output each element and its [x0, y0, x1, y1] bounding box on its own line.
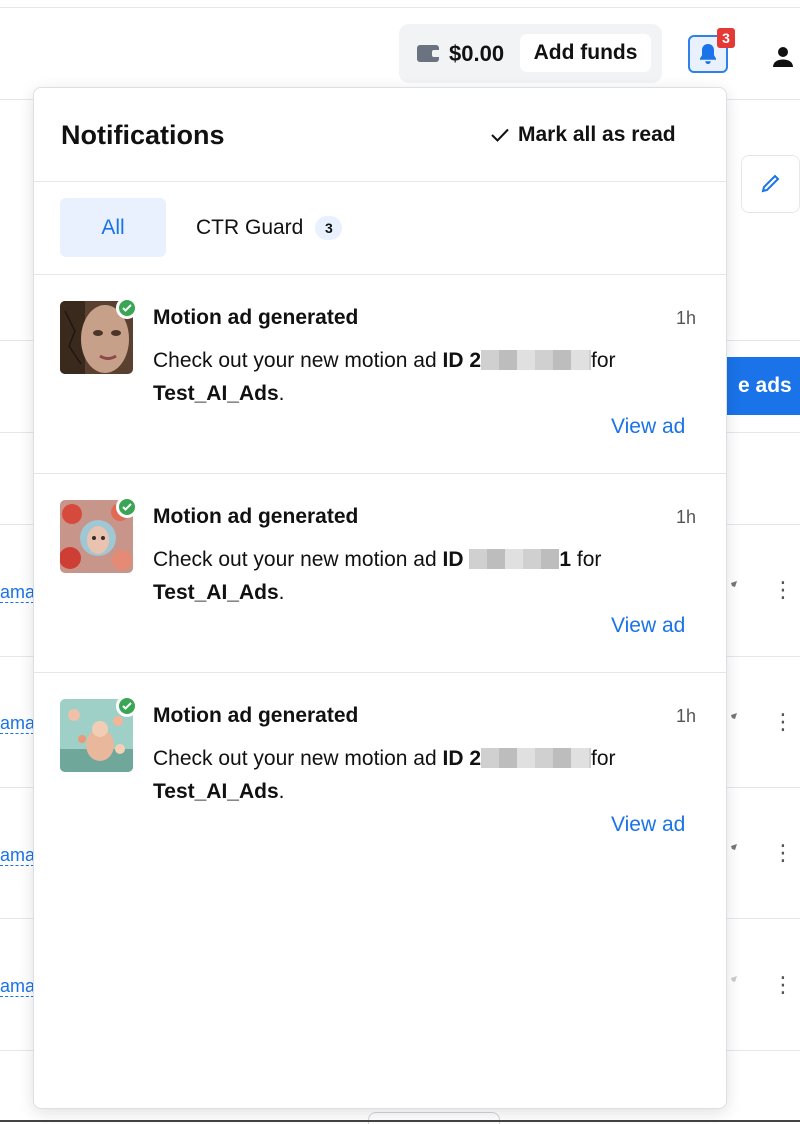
panel-header: Notifications Mark all as read: [34, 88, 726, 182]
tab-count-badge: 3: [315, 215, 343, 240]
notification-body: Check out your new motion ad ID 2 for Test…: [153, 344, 653, 410]
notification-item[interactable]: Motion ad generated 1h Check out your ne…: [34, 474, 726, 673]
more-icon[interactable]: ⋮: [772, 842, 794, 864]
success-check-icon: [116, 496, 138, 518]
redacted-id: [481, 350, 592, 370]
notification-title: Motion ad generated: [153, 505, 359, 528]
ad-id-suffix: 1: [559, 548, 572, 571]
ad-id-label: ID 2: [442, 349, 482, 372]
more-icon[interactable]: ⋮: [772, 711, 794, 733]
for-text: for: [591, 747, 616, 770]
notification-title: Motion ad generated: [153, 306, 359, 329]
pin-icon[interactable]: [725, 842, 739, 856]
pencil-icon: [761, 174, 780, 193]
ad-id-label: ID: [442, 548, 470, 571]
notification-count-badge: 3: [717, 28, 735, 48]
create-ads-button[interactable]: e ads: [718, 357, 800, 415]
period: .: [278, 581, 285, 604]
mark-all-read-label: Mark all as read: [518, 123, 676, 146]
wallet-balance: $0.00: [449, 41, 505, 66]
add-funds-button[interactable]: Add funds: [520, 34, 651, 72]
tab-ctr-guard-label: CTR Guard: [196, 216, 304, 239]
notification-item[interactable]: Motion ad generated 1h Check out your ne…: [34, 275, 726, 474]
campaign-name: Test_AI_Ads: [153, 780, 279, 803]
notification-time: 1h: [676, 507, 697, 527]
checkmark-icon: [491, 128, 509, 142]
redacted-id: [469, 549, 560, 569]
view-ad-link[interactable]: View ad: [611, 415, 685, 439]
user-icon[interactable]: [772, 46, 794, 68]
bell-icon: [700, 44, 716, 64]
row-link[interactable]: ama: [0, 976, 34, 997]
bottom-tab[interactable]: [368, 1112, 500, 1124]
success-check-icon: [116, 297, 138, 319]
redacted-id: [481, 748, 592, 768]
view-ad-link[interactable]: View ad: [611, 813, 685, 837]
for-text: for: [591, 349, 616, 372]
body-text: Check out your new motion ad: [153, 349, 443, 372]
notification-title: Motion ad generated: [153, 704, 359, 727]
period: .: [278, 382, 285, 405]
tab-ctr-guard[interactable]: CTR Guard 3: [196, 198, 343, 257]
body-text: Check out your new motion ad: [153, 747, 443, 770]
row-link[interactable]: ama: [0, 845, 34, 866]
notification-time: 1h: [676, 308, 697, 328]
edit-button[interactable]: [741, 155, 800, 213]
wallet-box: $0.00 Add funds: [399, 24, 662, 83]
for-text: for: [571, 548, 602, 571]
wallet-icon: [417, 45, 439, 62]
campaign-name: Test_AI_Ads: [153, 581, 279, 604]
success-check-icon: [116, 695, 138, 717]
campaign-name: Test_AI_Ads: [153, 382, 279, 405]
more-icon[interactable]: ⋮: [772, 974, 794, 996]
bottom-border: [0, 1120, 800, 1122]
notification-body: Check out your new motion ad ID 2 for Test…: [153, 742, 653, 808]
notification-tabs: All CTR Guard 3: [34, 182, 726, 275]
panel-title: Notifications: [61, 120, 225, 150]
notifications-panel: Notifications Mark all as read All CTR G…: [33, 87, 727, 1109]
period: .: [278, 780, 285, 803]
pin-icon[interactable]: [725, 579, 739, 593]
notification-time: 1h: [676, 706, 697, 726]
tab-all[interactable]: All: [60, 198, 166, 257]
mark-all-read-button[interactable]: Mark all as read: [490, 123, 676, 147]
more-icon[interactable]: ⋮: [772, 579, 794, 601]
view-ad-link[interactable]: View ad: [611, 614, 685, 638]
notification-body: Check out your new motion ad ID 1 for Tes…: [153, 543, 653, 609]
row-link[interactable]: ama: [0, 713, 34, 734]
pin-icon[interactable]: [725, 974, 739, 988]
pin-icon[interactable]: [725, 711, 739, 725]
ad-id-label: ID 2: [442, 747, 482, 770]
row-link[interactable]: ama: [0, 582, 34, 603]
body-text: Check out your new motion ad: [153, 548, 443, 571]
notification-item[interactable]: Motion ad generated 1h Check out your ne…: [34, 673, 726, 872]
